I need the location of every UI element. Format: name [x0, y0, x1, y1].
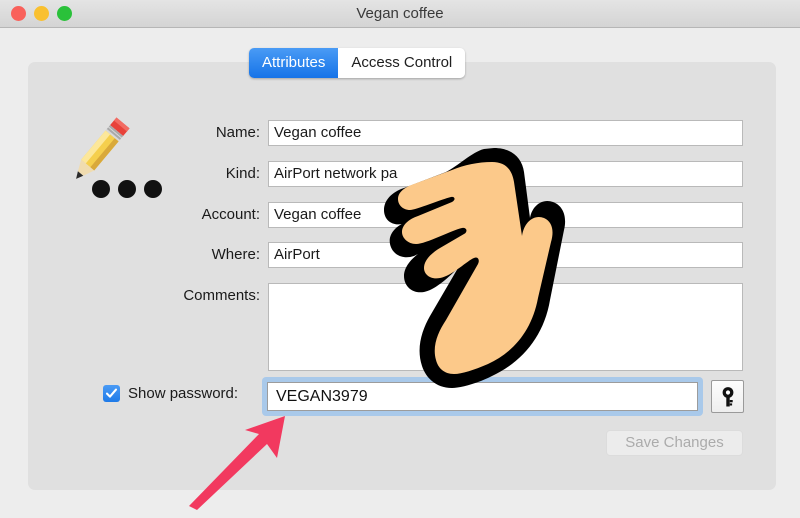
show-password-checkbox[interactable]	[103, 385, 120, 402]
name-label: Name:	[215, 124, 260, 141]
keychain-item-window: Vegan coffee Attributes Access Control N…	[0, 0, 800, 518]
password-field[interactable]: VEGAN3979	[267, 382, 698, 411]
kind-field[interactable]: AirPort network pa	[268, 161, 743, 187]
comments-field[interactable]	[268, 283, 743, 371]
save-changes-button[interactable]: Save Changes	[606, 430, 743, 456]
tab-bar: Attributes Access Control	[249, 48, 466, 78]
checkmark-icon	[105, 388, 118, 398]
name-field[interactable]: Vegan coffee	[268, 120, 743, 146]
where-field[interactable]: AirPort	[268, 242, 743, 268]
kind-label: Kind:	[225, 165, 260, 182]
window-title: Vegan coffee	[356, 5, 444, 22]
show-password-row[interactable]: Show password:	[103, 385, 238, 402]
title-bar: Vegan coffee	[0, 0, 800, 28]
account-field[interactable]: Vegan coffee	[268, 202, 743, 228]
show-password-label: Show password:	[128, 385, 239, 402]
password-assistant-button[interactable]	[711, 380, 744, 413]
tab-access-control[interactable]: Access Control	[338, 48, 466, 78]
key-icon	[722, 386, 733, 406]
comments-label: Comments:	[183, 287, 260, 304]
where-label: Where:	[211, 246, 260, 263]
account-label: Account:	[201, 206, 260, 223]
tab-attributes[interactable]: Attributes	[249, 48, 339, 78]
